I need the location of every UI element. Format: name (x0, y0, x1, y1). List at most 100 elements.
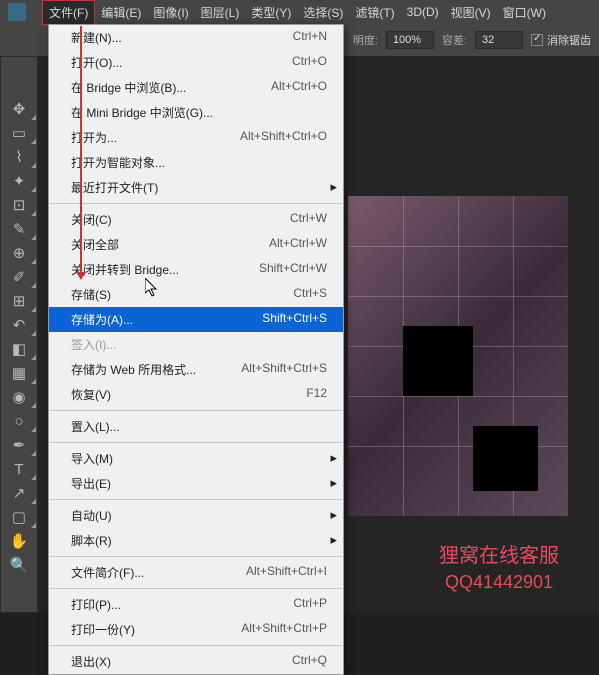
gradient-tool[interactable]: ▦ (1, 361, 37, 385)
menu-item-shortcut: Alt+Ctrl+O (271, 79, 327, 96)
watermark: 狸窝在线客服 QQ41442901 (439, 539, 559, 593)
history-brush-tool[interactable]: ↶ (1, 313, 37, 337)
move-tool[interactable]: ✥ (1, 97, 37, 121)
menu-item-shortcut: Ctrl+N (293, 29, 327, 46)
menu-item[interactable]: 导入(M) (49, 446, 343, 471)
menu-item-label: 退出(X) (71, 653, 111, 670)
opacity-input[interactable] (386, 31, 434, 49)
menu-item-label: 存储为(A)... (71, 311, 133, 328)
file-menu-dropdown: 新建(N)... Ctrl+N 打开(O)... Ctrl+O 在 Bridge 中浏览… (48, 24, 344, 675)
menu-item-shortcut: Ctrl+O (292, 54, 327, 71)
menu-item-label: 新建(N)... (71, 29, 122, 46)
antialias-checkbox[interactable]: 消除锯齿 (531, 32, 591, 48)
menu-item-shortcut: F12 (306, 386, 327, 403)
menu-item-label: 文件简介(F)... (71, 564, 144, 581)
menu-item-label: 置入(L)... (71, 418, 120, 435)
menu-item[interactable]: 打开为...Alt+Shift+Ctrl+O (49, 125, 343, 150)
app-icon (8, 3, 26, 21)
puzzle-piece-icon (403, 326, 473, 396)
menu-item-label: 打开(O)... (71, 54, 122, 71)
menu-item-shortcut: Alt+Shift+Ctrl+S (241, 361, 327, 378)
menu-item-shortcut: Shift+Ctrl+W (259, 261, 327, 278)
menu-item[interactable]: 打开为智能对象... (49, 150, 343, 175)
menu-item-label: 导入(M) (71, 450, 113, 467)
menu-item[interactable]: 存储为 Web 所用格式...Alt+Shift+Ctrl+S (49, 357, 343, 382)
document-image[interactable] (348, 196, 568, 516)
menu-item-shortcut: Ctrl+Q (292, 653, 327, 670)
stamp-tool[interactable]: ⊞ (1, 289, 37, 313)
menu-item-label: 打印一份(Y) (71, 621, 135, 638)
tolerance-label: 容差: (442, 32, 467, 48)
menu-item[interactable]: 打印(P)... Ctrl+P (49, 592, 343, 617)
marquee-tool[interactable]: ▭ (1, 121, 37, 145)
menu-item[interactable]: 关闭(C) Ctrl+W (49, 207, 343, 232)
eyedropper-tool[interactable]: ✎ (1, 217, 37, 241)
menu-item-shortcut: Ctrl+S (293, 286, 327, 303)
menu-select[interactable]: 选择(S) (297, 1, 349, 24)
menu-item[interactable]: 关闭并转到 Bridge... Shift+Ctrl+W (49, 257, 343, 282)
dodge-tool[interactable]: ○ (1, 409, 37, 433)
brush-tool[interactable]: ✐ (1, 265, 37, 289)
opacity-label: 明度: (353, 32, 378, 48)
text-tool[interactable]: T (1, 457, 37, 481)
menu-item-label: 签入(I)... (71, 336, 116, 353)
menu-filter[interactable]: 滤镜(T) (349, 1, 400, 24)
menu-image[interactable]: 图像(I) (147, 1, 194, 24)
menu-item[interactable]: 退出(X) Ctrl+Q (49, 649, 343, 674)
menu-item[interactable]: 新建(N)... Ctrl+N (49, 25, 343, 50)
menu-item-label: 自动(U) (71, 507, 112, 524)
menu-type[interactable]: 类型(Y) (245, 1, 297, 24)
lasso-tool[interactable]: ⌇ (1, 145, 37, 169)
menu-item-label: 打印(P)... (71, 596, 121, 613)
menu-item[interactable]: 关闭全部Alt+Ctrl+W (49, 232, 343, 257)
menu-item[interactable]: 在 Bridge 中浏览(B)...Alt+Ctrl+O (49, 75, 343, 100)
puzzle-piece-icon (473, 426, 538, 491)
menu-item-shortcut: Alt+Ctrl+W (269, 236, 327, 253)
menu-item[interactable]: 置入(L)... (49, 414, 343, 439)
path-tool[interactable]: ↗ (1, 481, 37, 505)
menu-item-label: 导出(E) (71, 475, 111, 492)
menu-layer[interactable]: 图层(L) (195, 1, 246, 24)
tolerance-input[interactable] (475, 31, 523, 49)
menu-item[interactable]: 打印一份(Y) Alt+Shift+Ctrl+P (49, 617, 343, 642)
menu-item[interactable]: 自动(U) (49, 503, 343, 528)
menu-item-label: 脚本(R) (71, 532, 112, 549)
menu-item-shortcut: Alt+Shift+Ctrl+P (241, 621, 327, 638)
menu-edit[interactable]: 编辑(E) (95, 1, 147, 24)
menu-item[interactable]: 导出(E) (49, 471, 343, 496)
menu-view[interactable]: 视图(V) (445, 1, 497, 24)
menu-item-label: 打开为智能对象... (71, 154, 165, 171)
menu-item[interactable]: 存储为(A)... Shift+Ctrl+S (49, 307, 343, 332)
menu-item[interactable]: 恢复(V) F12 (49, 382, 343, 407)
menu-item-label: 恢复(V) (71, 386, 111, 403)
menu-item-shortcut: Alt+Shift+Ctrl+O (240, 129, 327, 146)
menu-item-shortcut: Ctrl+P (293, 596, 327, 613)
toolbox: ✥ ▭ ⌇ ✦ ⊡ ✎ ⊕ ✐ ⊞ ↶ ◧ ▦ ◉ ○ ✒ T ↗ ▢ ✋ 🔍 (0, 56, 38, 613)
menu-item[interactable]: 存储(S)Ctrl+S (49, 282, 343, 307)
zoom-tool[interactable]: 🔍 (1, 553, 37, 577)
menu-item[interactable]: 最近打开文件(T) (49, 175, 343, 200)
eraser-tool[interactable]: ◧ (1, 337, 37, 361)
menu-item[interactable]: 打开(O)... Ctrl+O (49, 50, 343, 75)
menu-window[interactable]: 窗口(W) (497, 1, 552, 24)
pen-tool[interactable]: ✒ (1, 433, 37, 457)
healing-tool[interactable]: ⊕ (1, 241, 37, 265)
menu-item-label: 在 Mini Bridge 中浏览(G)... (71, 104, 213, 121)
magic-wand-tool[interactable]: ✦ (1, 169, 37, 193)
menu-3d[interactable]: 3D(D) (401, 2, 445, 22)
hand-tool[interactable]: ✋ (1, 529, 37, 553)
menu-item-shortcut: Alt+Shift+Ctrl+I (246, 564, 327, 581)
watermark-line1: 狸窝在线客服 (439, 539, 559, 568)
menu-item[interactable]: 在 Mini Bridge 中浏览(G)... (49, 100, 343, 125)
menu-item[interactable]: 脚本(R) (49, 528, 343, 553)
menu-item[interactable]: 文件简介(F)... Alt+Shift+Ctrl+I (49, 560, 343, 585)
blur-tool[interactable]: ◉ (1, 385, 37, 409)
menu-item-label: 关闭(C) (71, 211, 112, 228)
menu-item-label: 关闭并转到 Bridge... (71, 261, 179, 278)
crop-tool[interactable]: ⊡ (1, 193, 37, 217)
shape-tool[interactable]: ▢ (1, 505, 37, 529)
menu-item-label: 最近打开文件(T) (71, 179, 158, 196)
menu-file[interactable]: 文件(F) (42, 0, 95, 25)
menu-item-shortcut: Ctrl+W (290, 211, 327, 228)
menu-item-shortcut: Shift+Ctrl+S (262, 311, 327, 328)
